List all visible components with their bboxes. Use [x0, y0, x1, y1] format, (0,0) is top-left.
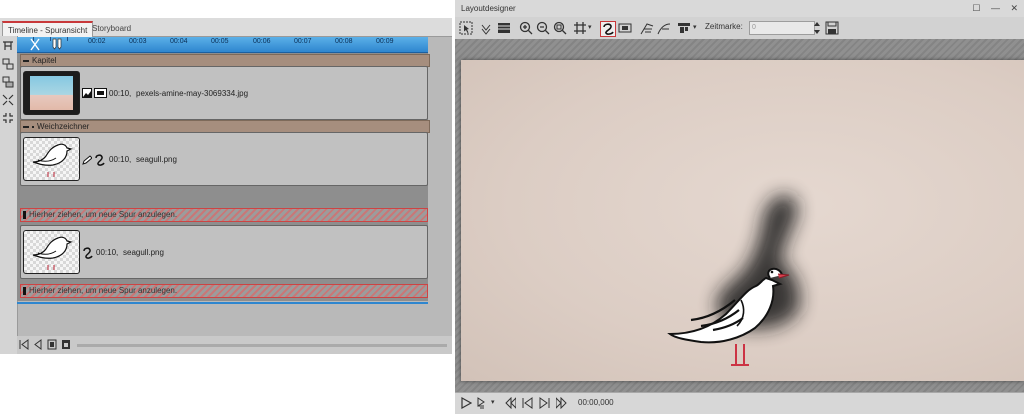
zoom-in-icon[interactable]: [519, 21, 533, 35]
clip-filename: pexels-amine-may-3069334.jpg: [136, 89, 249, 98]
playhead-marker-icon[interactable]: [52, 38, 62, 50]
expand-icon[interactable]: [2, 94, 14, 106]
path-smooth-icon[interactable]: [657, 21, 671, 35]
grid-icon[interactable]: [497, 21, 511, 35]
path-edit-icon[interactable]: [640, 21, 654, 35]
spinner-icon[interactable]: [812, 21, 822, 35]
step-back-icon[interactable]: [522, 397, 533, 409]
jump-start-icon[interactable]: [19, 339, 29, 350]
play-options-icon[interactable]: [477, 397, 488, 409]
clip-filename: seagull.png: [136, 155, 177, 164]
zeitmarke-label: Zeitmarke:: [705, 22, 743, 31]
insert-track-icon[interactable]: [2, 40, 14, 52]
zoom-out-icon[interactable]: [536, 21, 550, 35]
zeitmarke-input[interactable]: 0: [749, 21, 815, 35]
timeline-tabbar: Timeline - Spuransicht Storyboard: [0, 18, 452, 38]
step-forward-icon[interactable]: [539, 397, 550, 409]
panel-title: Layoutdesigner: [461, 4, 516, 13]
animation-path-icon[interactable]: [82, 246, 94, 259]
group-icon[interactable]: [2, 58, 14, 70]
stage-area: [455, 39, 1024, 392]
layout-bottom-bar: ▾ 00:00,000: [455, 392, 1024, 414]
drop-zone-label: Hierher ziehen, um neue Spur anzulegen.: [29, 210, 178, 219]
fit-view-icon[interactable]: [47, 339, 57, 350]
slideshow-icon: [94, 88, 107, 98]
snap-grid-icon[interactable]: [573, 21, 587, 35]
cut-icon[interactable]: [28, 38, 42, 51]
camera-icon[interactable]: [618, 21, 632, 35]
timeline-side-toolbar: [0, 36, 18, 354]
timecode-display: 00:00,000: [578, 398, 614, 407]
restore-button[interactable]: ☐: [972, 3, 980, 13]
rewind-icon[interactable]: [505, 397, 516, 409]
dropdown-arrow-icon[interactable]: ▾: [588, 23, 592, 31]
zoom-fit-icon[interactable]: [553, 21, 567, 35]
seagull-scene-icon[interactable]: [461, 60, 1024, 381]
tab-storyboard[interactable]: Storyboard: [87, 21, 136, 36]
step-back-icon[interactable]: [33, 339, 43, 350]
layout-canvas[interactable]: [461, 60, 1024, 381]
dropdown-arrow-icon[interactable]: ▾: [491, 398, 495, 406]
ruler-label: 00:09: [376, 38, 394, 45]
chapter-label: Kapitel: [32, 56, 57, 65]
image-icon: [82, 88, 92, 98]
save-icon[interactable]: [825, 21, 839, 35]
layout-designer-titlebar: Layoutdesigner ☐ — ✕: [455, 0, 1024, 18]
time-ruler[interactable]: 00:02 00:03 00:04 00:05 00:06 00:07 00:0…: [17, 37, 428, 53]
timeline-bottom-bar: [17, 336, 452, 354]
clip-seagull[interactable]: 00:10, seagull.png: [20, 132, 428, 186]
drop-zone[interactable]: Hierher ziehen, um neue Spur anzulegen.: [20, 208, 428, 222]
dropdown-arrow-icon[interactable]: ▾: [693, 23, 697, 31]
clip-thumbnail: [23, 71, 80, 115]
layout-designer-panel: Layoutdesigner ☐ — ✕ ▾ ▾ Zeitmarke: 0 ▾ …: [455, 0, 1024, 414]
ruler-label: 00:07: [294, 38, 312, 45]
ruler-label: 00:05: [211, 38, 229, 45]
timeline-panel: Timeline - Spuransicht Storyboard 00:02 …: [0, 18, 452, 354]
ruler-label: 00:08: [335, 38, 353, 45]
clip-image[interactable]: 00:10, pexels-amine-may-3069334.jpg: [20, 66, 428, 120]
seagull-thumb-icon: [32, 236, 73, 270]
ruler-label: 00:06: [253, 38, 271, 45]
curve-icon[interactable]: [600, 21, 616, 37]
clip-thumbnail: [23, 230, 80, 274]
animation-path-icon[interactable]: [94, 153, 106, 166]
fast-forward-icon[interactable]: [556, 397, 567, 409]
seagull-thumb-icon: [32, 143, 73, 177]
collapse-icon[interactable]: [2, 112, 14, 124]
close-button[interactable]: ✕: [1010, 3, 1018, 13]
hand-icon[interactable]: [479, 21, 493, 35]
chapter-label: Weichzeichner: [37, 122, 90, 131]
zoom-slider[interactable]: [77, 344, 447, 347]
drop-zone-label: Hierher ziehen, um neue Spur anzulegen.: [29, 286, 178, 295]
clip-duration: 00:10,: [109, 89, 132, 98]
ruler-label: 00:04: [170, 38, 188, 45]
select-icon[interactable]: [459, 21, 473, 35]
pencil-icon[interactable]: [82, 155, 92, 165]
layout-toolbar: ▾ ▾ Zeitmarke: 0: [455, 17, 1024, 40]
zoom-view-icon[interactable]: [61, 339, 71, 350]
ungroup-icon[interactable]: [2, 76, 14, 88]
timeline-scroll-line: [17, 302, 428, 304]
clip-seagull[interactable]: 00:10, seagull.png: [20, 225, 428, 279]
align-icon[interactable]: [677, 21, 691, 35]
minimize-button[interactable]: —: [991, 3, 1000, 13]
clip-duration: 00:10,: [109, 155, 132, 164]
clip-filename: seagull.png: [123, 248, 164, 257]
track-area: Kapitel 00:10, pexels-amine-may-3069334.…: [17, 53, 430, 301]
play-icon[interactable]: [461, 397, 472, 409]
ruler-label: 00:03: [129, 38, 147, 45]
clip-duration: 00:10,: [96, 248, 119, 257]
ruler-label: 00:02: [88, 38, 106, 45]
clip-thumbnail: [23, 137, 80, 181]
drop-zone[interactable]: Hierher ziehen, um neue Spur anzulegen.: [20, 284, 428, 298]
